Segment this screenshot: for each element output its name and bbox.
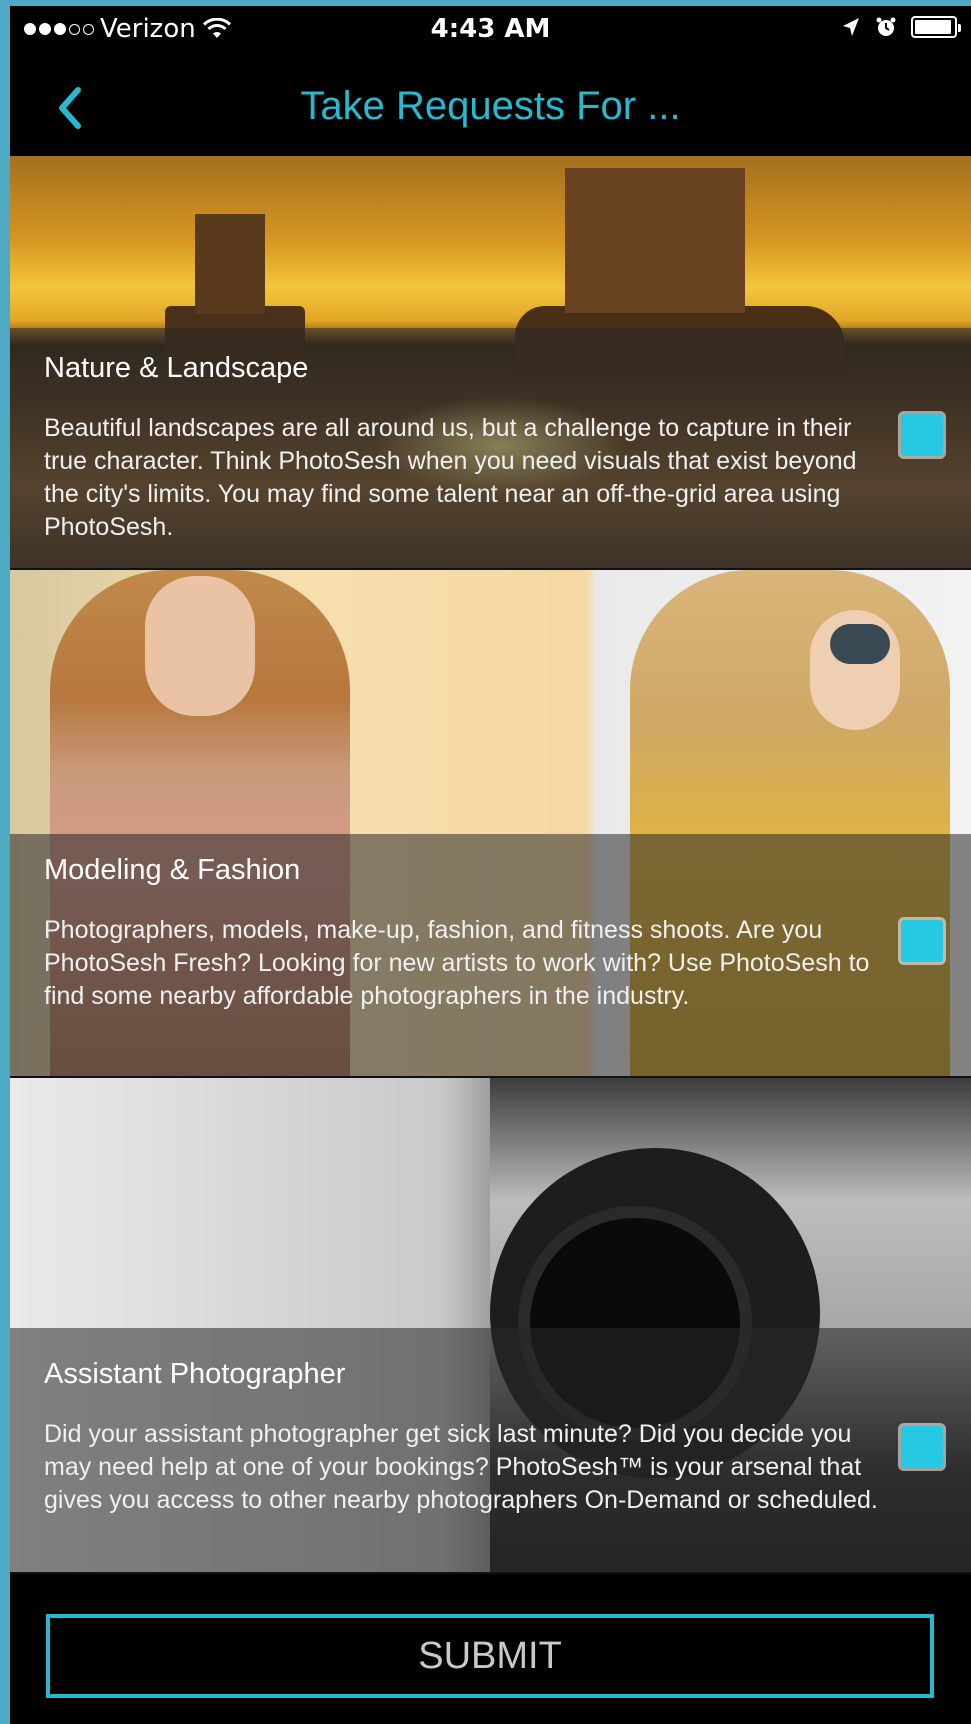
category-card-assistant[interactable]: Assistant Photographer Did your assistan… [10, 1078, 971, 1574]
status-time: 4:43 AM [430, 14, 551, 44]
location-icon [843, 18, 859, 36]
category-checkbox[interactable] [901, 414, 943, 456]
alarm-icon [876, 17, 896, 36]
navigation-bar: Take Requests For ... [10, 56, 971, 156]
category-description: Did your assistant photographer get sick… [44, 1420, 878, 1514]
battery-icon [911, 16, 961, 38]
app-screen: Verizon 4:43 AM Take Requests For ... Na… [10, 6, 971, 1724]
category-title: Nature & Landscape [44, 352, 309, 384]
category-card-fashion[interactable]: Modeling & Fashion Photographers, models… [10, 570, 971, 1078]
category-description: Beautiful landscapes are all around us, … [44, 414, 857, 541]
category-title: Assistant Photographer [44, 1358, 346, 1390]
category-checkbox[interactable] [901, 920, 943, 962]
device-frame: Verizon 4:43 AM Take Requests For ... Na… [0, 0, 971, 1724]
page-title: Take Requests For ... [300, 84, 681, 128]
battery-fill [915, 20, 951, 34]
category-card-nature[interactable]: Nature & Landscape Beautiful landscapes … [10, 156, 971, 570]
category-checkbox[interactable] [901, 1426, 943, 1468]
status-bar: Verizon 4:43 AM [10, 6, 971, 56]
bottom-bar: SUBMIT [10, 1574, 971, 1724]
status-right [841, 16, 961, 38]
submit-button[interactable]: SUBMIT [46, 1614, 934, 1698]
category-title: Modeling & Fashion [44, 854, 301, 886]
category-description: Photographers, models, make-up, fashion,… [44, 916, 870, 1010]
